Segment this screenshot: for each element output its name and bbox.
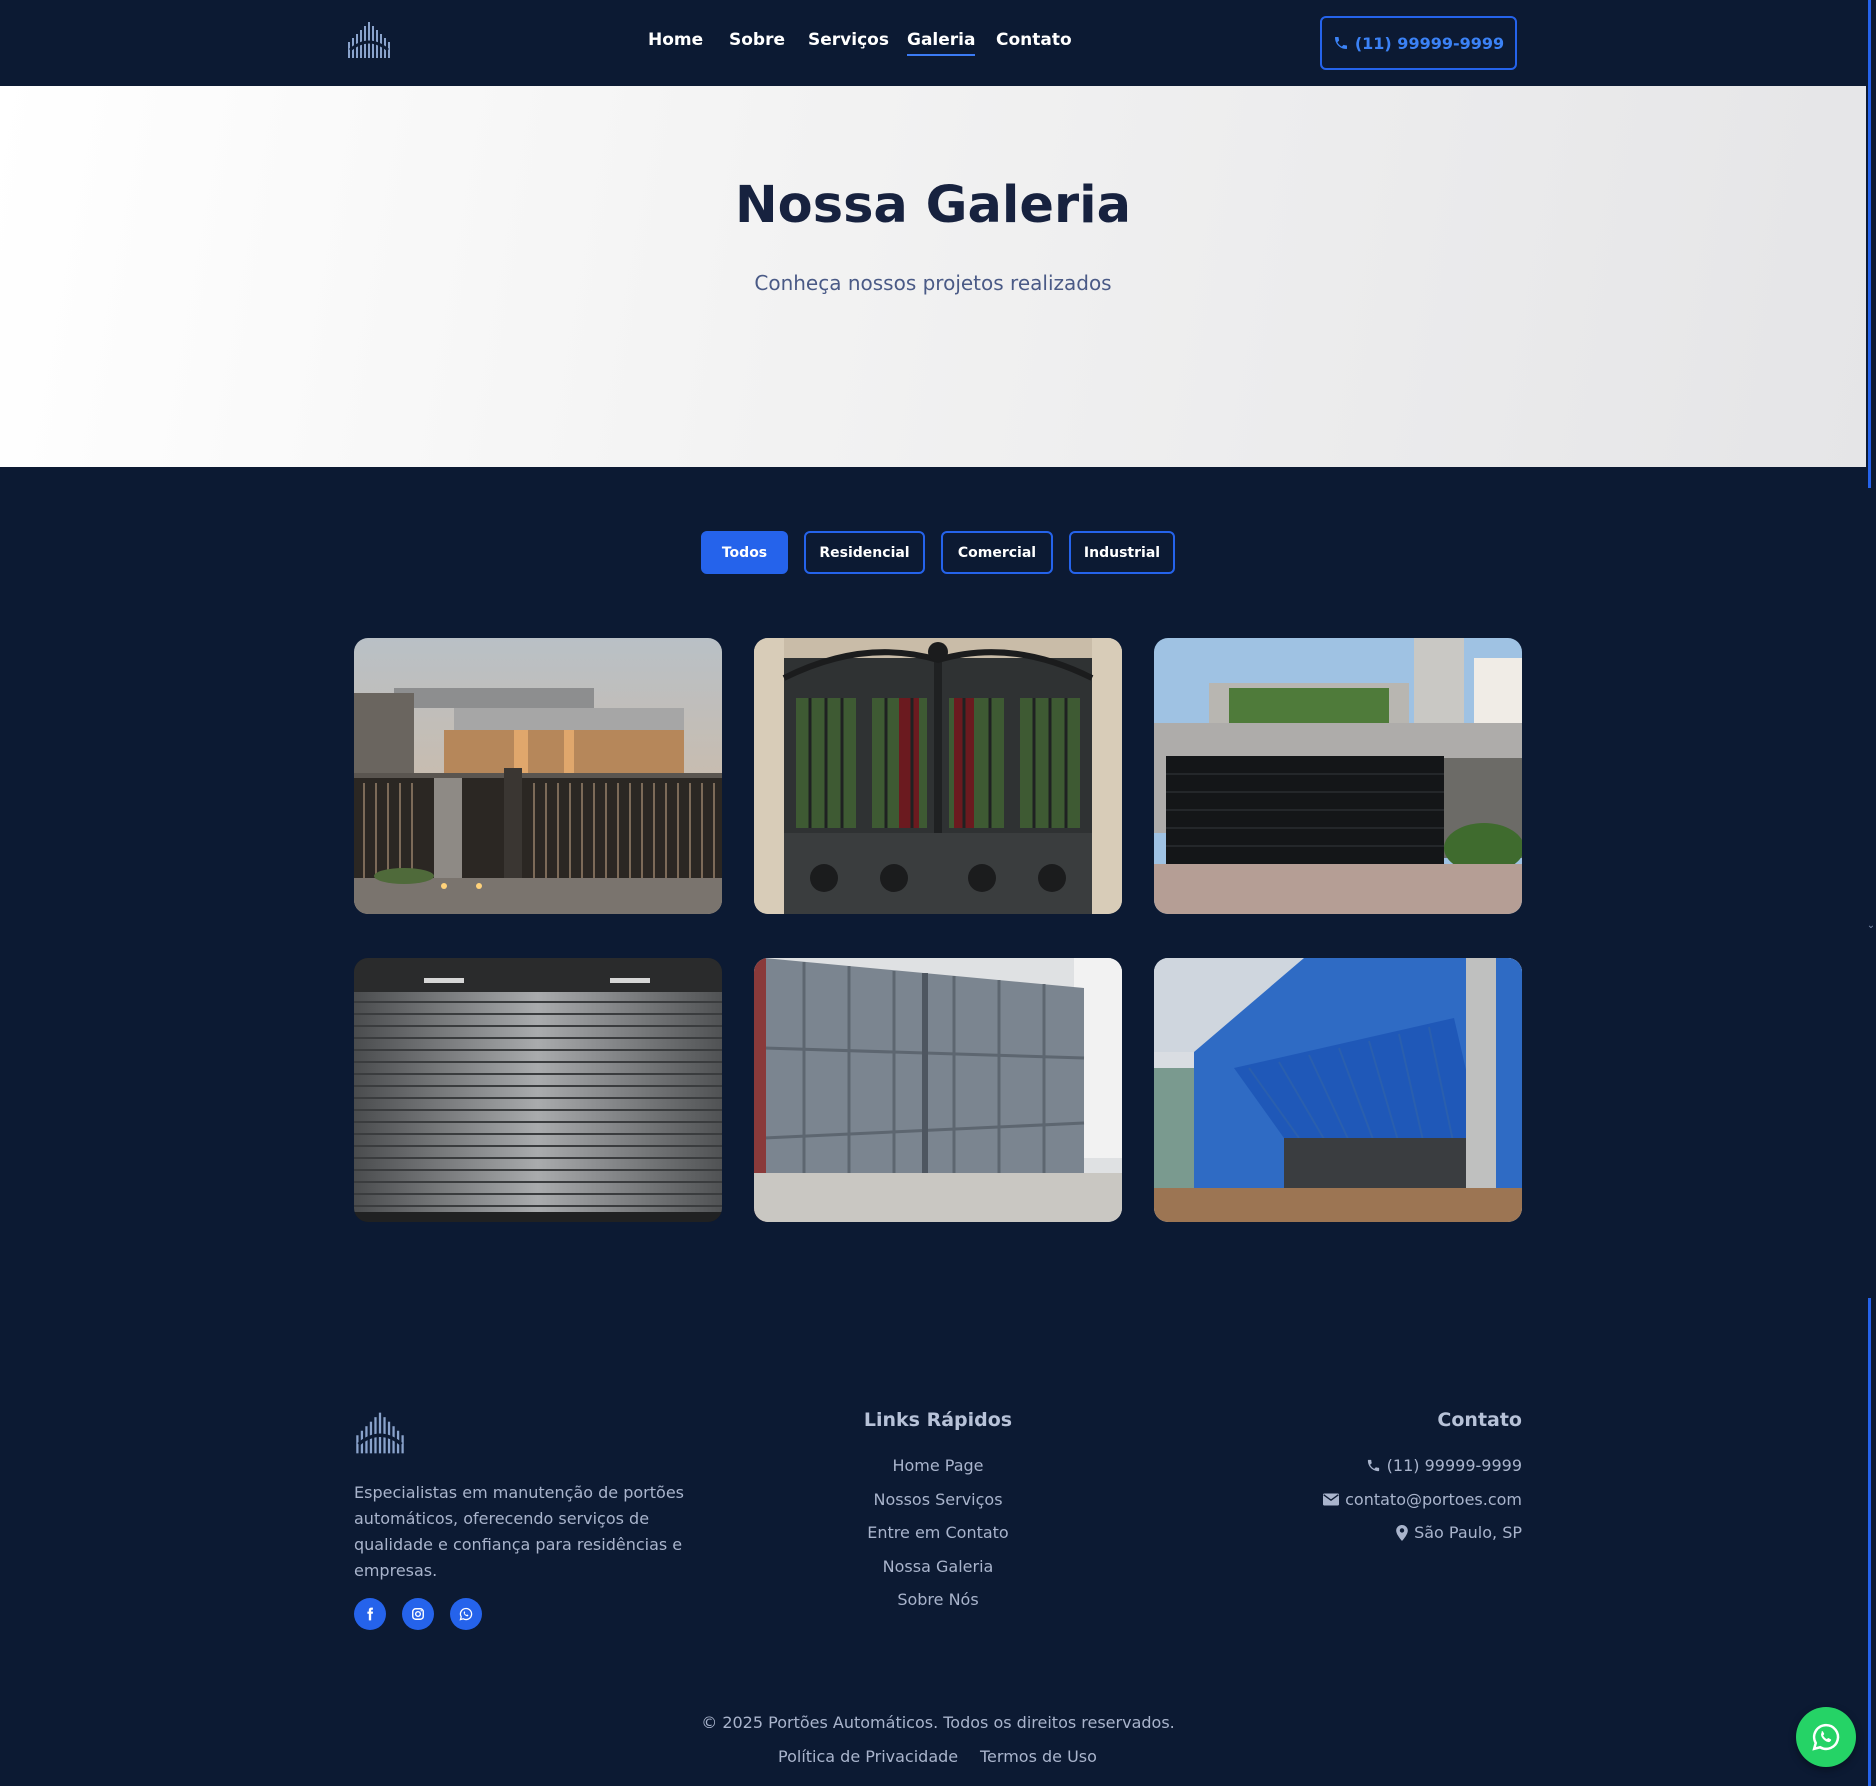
phone-button[interactable]: (11) 99999-9999 — [1320, 16, 1517, 70]
filter-todos-button[interactable]: Todos — [701, 531, 788, 574]
map-pin-icon — [1396, 1524, 1408, 1541]
footer-phone-text: (11) 99999-9999 — [1386, 1456, 1522, 1475]
footer-link-servicos[interactable]: Nossos Serviços — [760, 1490, 1116, 1509]
whatsapp-icon — [459, 1607, 473, 1621]
whatsapp-icon — [1812, 1723, 1840, 1751]
whatsapp-social-button[interactable] — [450, 1598, 482, 1630]
gallery-item[interactable] — [754, 638, 1122, 914]
phone-icon — [1367, 1459, 1379, 1472]
gallery-item[interactable] — [354, 638, 722, 914]
footer-phone[interactable]: (11) 99999-9999 — [1366, 1456, 1522, 1475]
footer-link-contato[interactable]: Entre em Contato — [760, 1523, 1116, 1542]
instagram-button[interactable] — [402, 1598, 434, 1630]
instagram-icon — [412, 1608, 424, 1620]
nav-home[interactable]: Home — [648, 30, 703, 50]
footer-link-home[interactable]: Home Page — [760, 1456, 1116, 1475]
blue-industrial-tilt-door-photo — [1154, 958, 1522, 1222]
gallery-item[interactable] — [1154, 958, 1522, 1222]
modern-house-sliding-gate-photo — [354, 638, 722, 914]
page-title: Nossa Galeria — [735, 176, 1131, 235]
facebook-icon — [367, 1607, 374, 1621]
footer-description: Especialistas em manutenção de portões a… — [354, 1483, 684, 1580]
gallery-item[interactable] — [754, 958, 1122, 1222]
footer-location-text: São Paulo, SP — [1414, 1523, 1522, 1542]
nav-galeria[interactable]: Galeria — [907, 30, 976, 56]
quick-links-heading: Links Rápidos — [863, 1409, 1013, 1431]
footer-link-galeria[interactable]: Nossa Galeria — [760, 1557, 1116, 1576]
footer-link-sobre[interactable]: Sobre Nós — [760, 1590, 1116, 1609]
site-header: Home Sobre Serviços Galeria Contato (11)… — [0, 0, 1866, 86]
black-sectional-garage-door-photo — [1154, 638, 1522, 914]
scroll-down-arrow-icon[interactable]: ⌄ — [1866, 920, 1876, 931]
nav-contato[interactable]: Contato — [996, 30, 1072, 50]
nav-sobre[interactable]: Sobre — [729, 30, 785, 50]
footer-email[interactable]: contato@portoes.com — [1323, 1490, 1522, 1509]
ornate-wrought-iron-gate-photo — [754, 638, 1122, 914]
grey-metal-swing-gate-photo — [754, 958, 1122, 1222]
filter-comercial-button[interactable]: Comercial — [941, 531, 1053, 574]
filter-industrial-button[interactable]: Industrial — [1069, 531, 1175, 574]
copyright: © 2025 Portões Automáticos. Todos os dir… — [701, 1713, 1175, 1732]
footer-logo-icon[interactable] — [354, 1410, 406, 1456]
filter-residencial-button[interactable]: Residencial — [804, 531, 925, 574]
scrollbar-thumb[interactable] — [1868, 0, 1871, 488]
footer-location: São Paulo, SP — [1396, 1523, 1522, 1542]
envelope-icon — [1323, 1493, 1340, 1506]
page-subtitle: Conheça nossos projetos realizados — [754, 271, 1112, 295]
privacy-link[interactable]: Política de Privacidade — [778, 1747, 958, 1766]
whatsapp-floating-button[interactable] — [1796, 1707, 1856, 1767]
gallery-item[interactable] — [354, 958, 722, 1222]
main-nav: Home Sobre Serviços Galeria Contato — [0, 30, 1866, 56]
footer-email-text: contato@portoes.com — [1345, 1490, 1522, 1509]
contact-heading: Contato — [1437, 1409, 1522, 1431]
terms-link[interactable]: Termos de Uso — [980, 1747, 1097, 1766]
phone-button-label: (11) 99999-9999 — [1354, 33, 1505, 53]
hero-section: Nossa Galeria Conheça nossos projetos re… — [0, 86, 1866, 467]
nav-servicos[interactable]: Serviços — [808, 30, 889, 50]
gallery-item[interactable] — [1154, 638, 1522, 914]
phone-icon — [1334, 37, 1347, 49]
facebook-button[interactable] — [354, 1598, 386, 1630]
scrollbar-track-highlight — [1868, 1298, 1871, 1786]
rolling-steel-shutter-photo — [354, 958, 722, 1222]
